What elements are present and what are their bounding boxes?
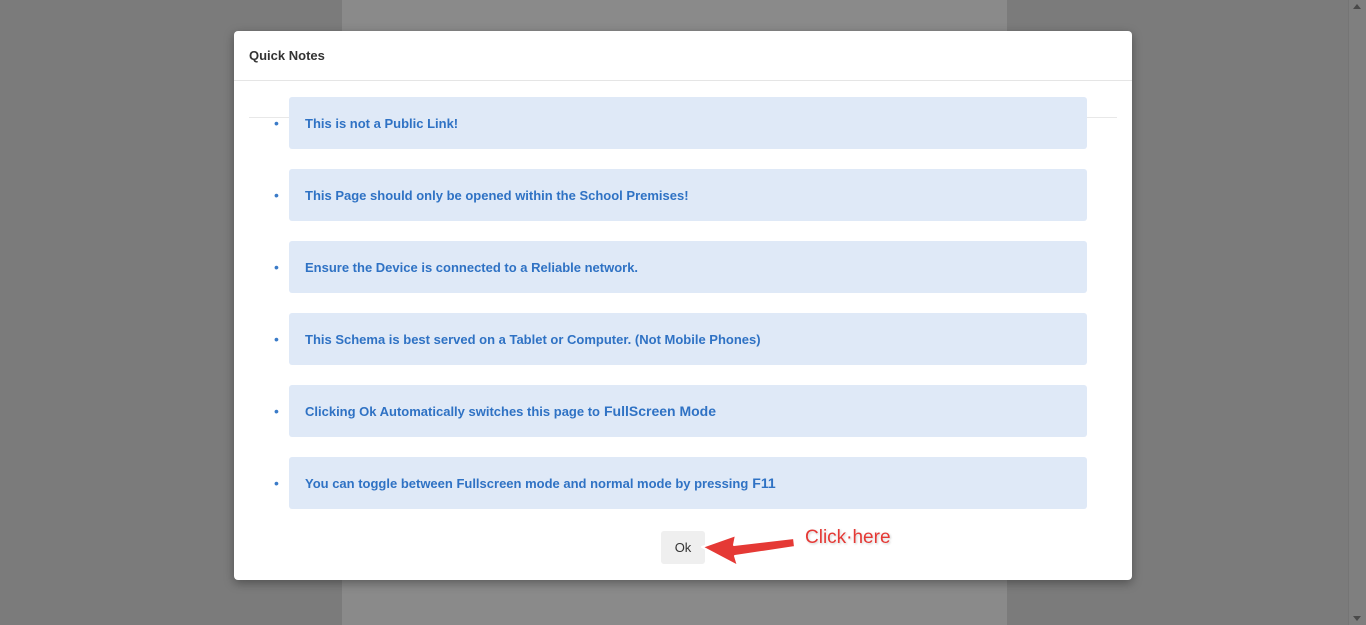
note-box: This is not a Public Link! (289, 97, 1087, 149)
scroll-up-icon[interactable] (1353, 4, 1361, 9)
note-box: Ensure the Device is connected to a Reli… (289, 241, 1087, 293)
bullet-icon: • (274, 115, 279, 131)
vertical-scrollbar[interactable] (1348, 0, 1366, 625)
bullet-icon: • (274, 475, 279, 491)
note-text: Clicking Ok Automatically switches this … (305, 403, 600, 419)
note-item: • This Page should only be opened within… (234, 169, 1132, 241)
note-item: • Clicking Ok Automatically switches thi… (234, 385, 1132, 457)
note-text: This Page should only be opened within t… (305, 187, 689, 203)
note-box: This Schema is best served on a Tablet o… (289, 313, 1087, 365)
bullet-icon: • (274, 331, 279, 347)
note-text: Ensure the Device is connected to a Reli… (305, 259, 639, 275)
quick-notes-modal: Quick Notes • This is not a Public Link!… (234, 31, 1132, 580)
modal-title: Quick Notes (249, 48, 325, 63)
note-emphasis: FullScreen Mode (603, 403, 717, 419)
note-text: You can toggle between Fullscreen mode a… (305, 475, 749, 491)
note-item: • This Schema is best served on a Tablet… (234, 313, 1132, 385)
note-box: Clicking Ok Automatically switches this … (289, 385, 1087, 437)
note-item: • You can toggle between Fullscreen mode… (234, 457, 1132, 529)
note-item: • This is not a Public Link! (234, 97, 1132, 169)
bullet-icon: • (274, 259, 279, 275)
bullet-icon: • (274, 187, 279, 203)
page-backdrop: Quick Notes • This is not a Public Link!… (0, 0, 1366, 625)
click-here-annotation: Click·here (805, 527, 891, 548)
note-box: This Page should only be opened within t… (289, 169, 1087, 221)
note-emphasis: F11 (752, 475, 776, 491)
notes-list: • This is not a Public Link! • This Page… (234, 97, 1132, 529)
red-arrow-icon (701, 534, 796, 567)
modal-header: Quick Notes (234, 31, 1132, 81)
note-text: This is not a Public Link! (305, 115, 459, 131)
scroll-down-icon[interactable] (1353, 616, 1361, 621)
bullet-icon: • (274, 403, 279, 419)
note-item: • Ensure the Device is connected to a Re… (234, 241, 1132, 313)
note-text: This Schema is best served on a Tablet o… (305, 331, 761, 347)
note-box: You can toggle between Fullscreen mode a… (289, 457, 1087, 509)
